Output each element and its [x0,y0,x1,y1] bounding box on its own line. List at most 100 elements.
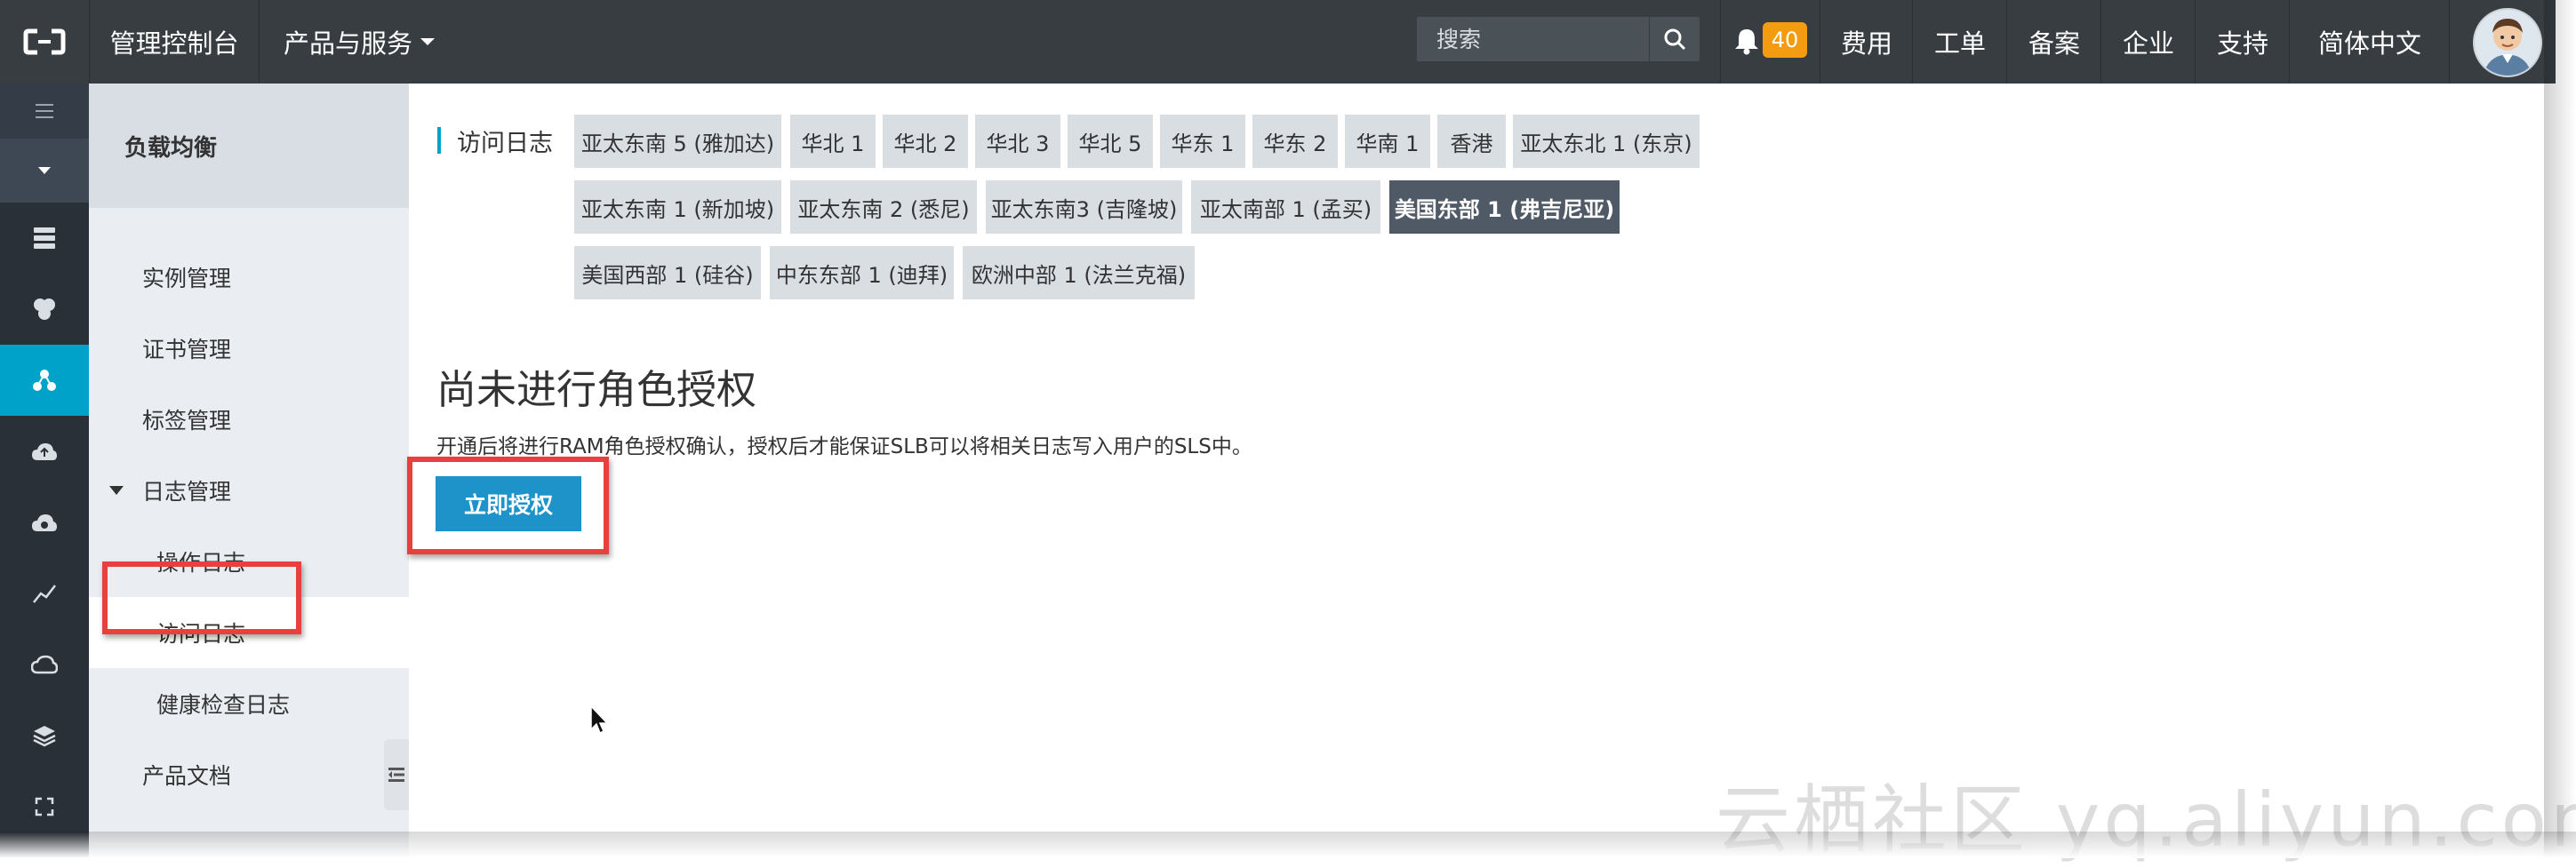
region-tab-label: 华北 1 [801,131,865,156]
cloud-icon [31,655,58,674]
region-tab[interactable]: 华北 2 [883,115,968,168]
region-tab[interactable]: 亚太东南 5 (雅加达) [574,115,781,168]
region-tab-label: 亚太东北 1 (东京) [1520,131,1692,156]
sidebar-collapse-handle[interactable] [384,739,409,810]
rail-item-layers[interactable] [0,700,89,771]
rail-item-cloud-settings[interactable] [0,487,89,558]
authorize-button-highlight [407,457,609,554]
region-tab-label: 中东东部 1 (迪拜) [775,262,948,288]
sidebar-title: 负载均衡 [124,134,218,162]
region-tab[interactable]: 华东 2 [1252,115,1338,168]
region-tab[interactable]: 华北 5 [1068,115,1153,168]
sidebar-item-health-check-log[interactable]: 健康检查日志 [89,668,409,739]
products-menu[interactable]: 产品与服务 [259,0,460,84]
notification-count-badge: 40 [1763,22,1807,58]
sidebar-item-tags[interactable]: 标签管理 [89,384,409,455]
sidebar-item-docs[interactable]: 产品文档 [89,739,409,810]
top-navigation-bar: 管理控制台 产品与服务 40 费用 工单 备案 企业 支持 [0,0,2556,84]
region-tab[interactable]: 中东东部 1 (迪拜) [770,246,954,299]
rail-collapse-button[interactable] [0,139,89,203]
sidebar-item-label: 实例管理 [142,266,232,291]
region-tab-label: 亚太东南 2 (悉尼) [797,196,970,222]
region-tab[interactable]: 欧洲中部 1 (法兰克福) [963,246,1195,299]
avatar[interactable] [2473,8,2542,77]
sidebar-item-instances[interactable]: 实例管理 [89,242,409,313]
search-icon [1664,28,1686,51]
region-tab[interactable]: 亚太东南3 (吉隆坡) [986,180,1182,234]
rail-item-cloud-upload[interactable] [0,416,89,487]
nav-link-billing[interactable]: 费用 [1820,0,1913,84]
nav-link-enterprise[interactable]: 企业 [2100,0,2196,84]
access-log-highlight [102,561,301,634]
region-tab[interactable]: 亚太南部 1 (孟买) [1191,180,1380,234]
language-selector[interactable]: 简体中文 [2289,0,2450,84]
collapse-sidebar-icon [388,768,404,782]
region-tab-label: 亚太东南 5 (雅加达) [580,131,775,156]
region-tab[interactable]: 美国西部 1 (硅谷) [574,246,761,299]
cloud-settings-icon [32,514,57,531]
nav-link-label: 支持 [2216,28,2268,59]
region-tab[interactable]: 华东 1 [1160,115,1245,168]
caret-down-icon [38,167,51,174]
console-link[interactable]: 管理控制台 [89,0,259,84]
expand-icon [35,797,54,816]
region-tab-label: 华北 2 [893,131,957,156]
page-title-text: 访问日志 [457,129,553,157]
nav-link-label: 企业 [2122,28,2174,59]
rail-menu-toggle[interactable] [0,84,89,139]
nav-link-support[interactable]: 支持 [2195,0,2290,84]
region-tab[interactable]: 香港 [1437,115,1506,168]
product-icon-rail [0,84,89,858]
secondary-sidebar: 负载均衡 实例管理 证书管理 标签管理 日志管理 操作日志 访问日志 健康检查日… [89,84,409,858]
region-tab-label: 美国东部 1 (弗吉尼亚) [1394,196,1615,222]
torn-bottom-edge [0,832,2576,858]
nav-link-label: 工单 [1933,28,1986,59]
sidebar-item-label: 证书管理 [142,337,232,362]
aliyun-logo[interactable] [0,0,90,84]
authorization-description: 开通后将进行RAM角色授权确认，授权后才能保证SLB可以将相关日志写入用户的SL… [436,435,1252,458]
products-label: 产品与服务 [283,28,412,59]
nav-link-icp[interactable]: 备案 [2006,0,2101,84]
language-label: 简体中文 [2317,28,2421,59]
sidebar-item-log-management[interactable]: 日志管理 [89,455,409,526]
bell-icon [1735,29,1758,55]
sidebar-item-label: 健康检查日志 [156,692,291,718]
sidebar-header: 负载均衡 [89,84,409,208]
caret-down-icon [109,486,124,495]
sidebar-item-certificates[interactable]: 证书管理 [89,313,409,384]
region-tab-label: 香港 [1450,131,1493,156]
server-list-icon [34,227,55,249]
mouse-cursor-icon [590,705,609,735]
rail-item-load-balancer[interactable] [0,345,89,416]
search-button[interactable] [1649,17,1700,61]
sidebar-item-label: 产品文档 [142,763,232,789]
region-tab[interactable]: 华北 3 [975,115,1060,168]
region-tab[interactable]: 亚太东北 1 (东京) [1513,115,1700,168]
search-input[interactable] [1417,25,1643,53]
region-tab-label: 亚太南部 1 (孟买) [1199,196,1372,222]
torn-edge-shadow [2544,0,2576,858]
cluster-icon [34,299,55,320]
region-tab-label: 亚太东南3 (吉隆坡) [990,196,1178,222]
search-box [1417,17,1700,61]
nav-link-tickets[interactable]: 工单 [1912,0,2007,84]
region-tab[interactable]: 亚太东南 1 (新加坡) [574,180,781,234]
sidebar-item-label: 日志管理 [142,479,232,505]
trend-chart-icon [33,585,56,603]
rail-item-cloud[interactable] [0,629,89,700]
aliyun-logo-icon [23,28,66,55]
console-label: 管理控制台 [109,28,239,59]
region-tab-label: 华北 3 [986,131,1050,156]
region-tab-label: 华南 1 [1356,131,1420,156]
rail-item-servers[interactable] [0,203,89,274]
region-tab-label: 华北 5 [1078,131,1142,156]
region-tab[interactable]: 华南 1 [1345,115,1430,168]
rail-item-monitoring[interactable] [0,558,89,629]
region-tab-label: 华东 1 [1171,131,1235,156]
rail-item-cluster[interactable] [0,274,89,345]
authorization-headline: 尚未进行角色授权 [436,366,757,413]
region-tab[interactable]: 华北 1 [790,115,876,168]
region-tab-selected[interactable]: 美国东部 1 (弗吉尼亚) [1389,180,1620,234]
region-tab[interactable]: 亚太东南 2 (悉尼) [790,180,977,234]
region-tab-label: 亚太东南 1 (新加坡) [580,196,775,222]
